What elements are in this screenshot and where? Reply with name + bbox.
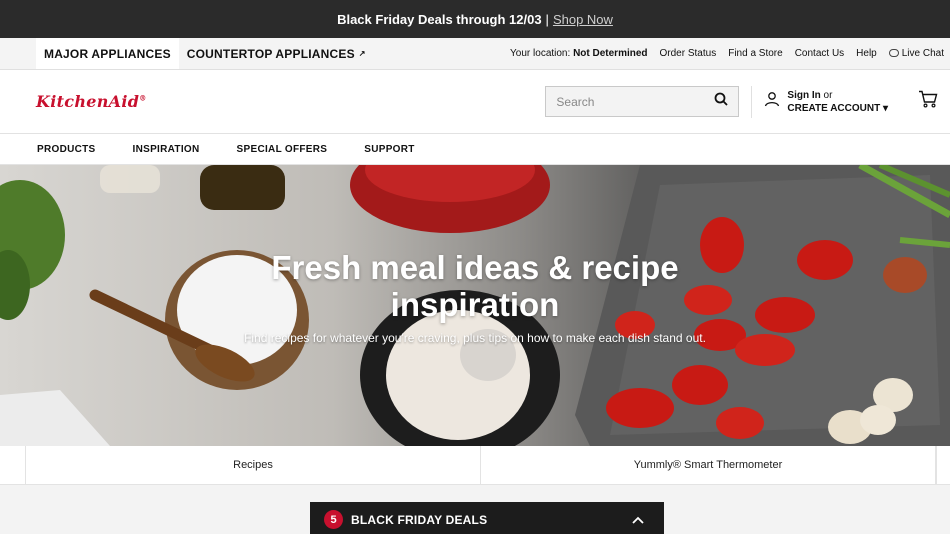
black-friday-deals-drawer[interactable]: 5 BLACK FRIDAY DEALS (310, 502, 664, 534)
hero-text: Fresh meal ideas & recipe inspiration Fi… (0, 249, 950, 345)
brand-tabs: MAJOR APPLIANCES COUNTERTOP APPLIANCES ↗ (36, 38, 374, 69)
shop-now-link[interactable]: Shop Now (553, 12, 613, 27)
location[interactable]: Your location: Not Determined (510, 48, 647, 59)
find-store-link[interactable]: Find a Store (728, 48, 782, 59)
external-link-icon: ↗ (358, 49, 366, 58)
tab-label: MAJOR APPLIANCES (44, 46, 171, 61)
cart-icon[interactable] (918, 90, 938, 113)
tab-countertop-appliances[interactable]: COUNTERTOP APPLIANCES ↗ (179, 38, 374, 69)
promo-bar: Black Friday Deals through 12/03 | Shop … (0, 0, 950, 38)
deals-count-badge: 5 (324, 510, 343, 529)
account-menu[interactable]: Sign In or CREATE ACCOUNT ▾ (764, 89, 888, 115)
live-chat-link[interactable]: Live Chat (888, 48, 944, 59)
sign-in-link[interactable]: Sign In (787, 90, 820, 101)
header-divider (751, 85, 753, 118)
sublinks-edge-right (936, 446, 950, 484)
logo-mark: ® (139, 93, 147, 103)
location-label: Your location: (510, 48, 571, 59)
nav-special-offers[interactable]: SPECIAL OFFERS (237, 144, 328, 155)
account-text: Sign In or CREATE ACCOUNT ▾ (787, 89, 888, 115)
search-icon[interactable] (714, 92, 729, 111)
chevron-up-icon[interactable] (632, 511, 644, 529)
site-header: KitchenAid® Sign In or CREATE ACCOUNT ▾ (0, 70, 950, 134)
sublinks-edge-left (0, 446, 26, 484)
logo-text: KitchenAid (36, 92, 140, 111)
hero-title: Fresh meal ideas & recipe inspiration (271, 249, 679, 323)
nav-support[interactable]: SUPPORT (364, 144, 414, 155)
or-label: or (823, 89, 833, 101)
tab-label: COUNTERTOP APPLIANCES (186, 46, 355, 61)
hero-banner: Fresh meal ideas & recipe inspiration Fi… (0, 165, 950, 446)
main-nav: PRODUCTS INSPIRATION SPECIAL OFFERS SUPP… (0, 134, 950, 165)
inspiration-sublinks: Recipes Yummly® Smart Thermometer (0, 446, 950, 485)
nav-products[interactable]: PRODUCTS (37, 144, 96, 155)
utility-links: Your location: Not Determined Order Stat… (498, 38, 950, 69)
live-chat-label: Live Chat (901, 48, 944, 59)
help-link[interactable]: Help (856, 48, 877, 59)
location-value: Not Determined (573, 48, 648, 59)
user-icon (764, 91, 780, 112)
hero-subtitle: Find recipes for whatever you're craving… (244, 331, 706, 345)
recipes-link[interactable]: Recipes (26, 446, 481, 484)
create-account-link[interactable]: CREATE ACCOUNT ▾ (787, 103, 888, 114)
promo-separator: | (545, 11, 549, 27)
utility-bar: MAJOR APPLIANCES COUNTERTOP APPLIANCES ↗… (0, 38, 950, 70)
promo-text: Black Friday Deals through 12/03 (337, 11, 542, 27)
yummly-thermometer-link[interactable]: Yummly® Smart Thermometer (481, 446, 936, 484)
search-input[interactable] (556, 94, 715, 109)
deals-label: BLACK FRIDAY DEALS (351, 512, 488, 527)
order-status-link[interactable]: Order Status (660, 48, 717, 59)
chat-icon (888, 49, 899, 57)
tab-major-appliances[interactable]: MAJOR APPLIANCES (36, 38, 179, 69)
page-bottom: 5 BLACK FRIDAY DEALS (0, 485, 950, 534)
nav-inspiration[interactable]: INSPIRATION (133, 144, 200, 155)
kitchenaid-logo[interactable]: KitchenAid® (36, 92, 147, 111)
search-box (545, 86, 740, 117)
contact-us-link[interactable]: Contact Us (795, 48, 844, 59)
